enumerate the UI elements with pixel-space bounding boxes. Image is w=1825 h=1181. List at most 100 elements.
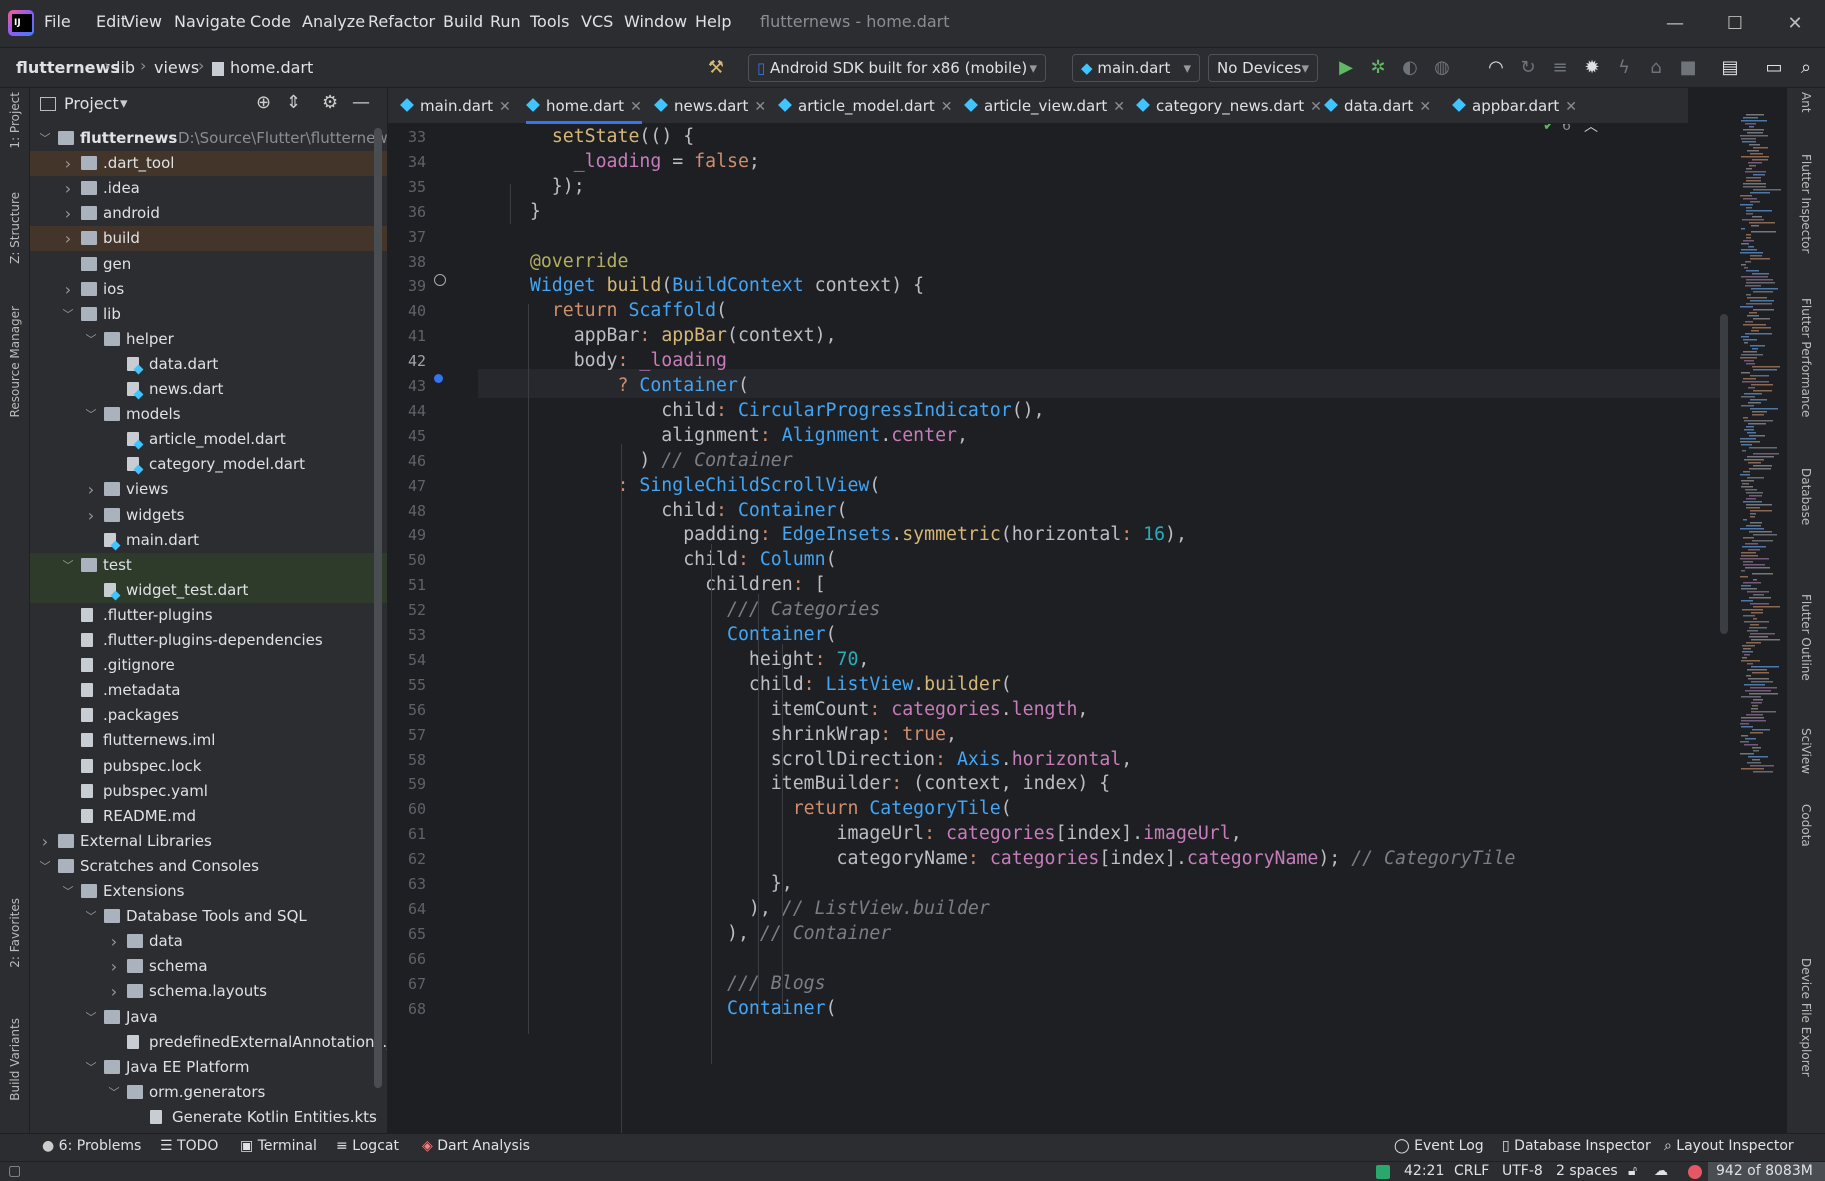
right-tool-button[interactable]: Codota — [1799, 804, 1813, 847]
tree-item[interactable]: ﹀ orm.generators — [30, 1080, 387, 1105]
chevron-down-icon[interactable]: ﹀ — [84, 1005, 98, 1030]
tree-item[interactable]: ﹀ Database Tools and SQL — [30, 904, 387, 929]
cloud-icon[interactable]: ☁︎ — [1654, 1163, 1668, 1179]
code-line[interactable]: child: CircularProgressIndicator(), — [508, 400, 1044, 421]
chevron-down-icon[interactable]: ﹀ — [61, 553, 75, 578]
chevron-right-icon[interactable]: › — [61, 226, 75, 251]
chevron-right-icon[interactable]: › — [84, 503, 98, 528]
close-tab-icon[interactable]: ✕ — [499, 99, 511, 115]
todo-tool-button[interactable]: ☰ TODO — [160, 1138, 218, 1154]
run-icon[interactable]: ▶ — [1334, 56, 1358, 80]
problems-tool-button[interactable]: ● 6: Problems — [42, 1138, 141, 1154]
code-line[interactable]: categoryName: categories[index].category… — [508, 848, 1515, 869]
tree-item[interactable]: ﹀ Java EE Platform — [30, 1055, 387, 1080]
code-line[interactable]: child: Column( — [508, 549, 836, 570]
project-tool-button[interactable]: 1: Project — [8, 92, 22, 149]
chevron-down-icon[interactable]: ﹀ — [61, 879, 75, 904]
tree-item[interactable]: .packages — [30, 703, 387, 728]
tree-item[interactable]: › build — [30, 226, 387, 252]
tree-item[interactable]: ﹀ models — [30, 402, 387, 427]
close-tab-icon[interactable]: ✕ — [941, 99, 953, 115]
build-hammer-icon[interactable]: ⚒ — [704, 56, 728, 80]
tree-item[interactable]: Generate Kotlin Entities.kts — [30, 1105, 387, 1130]
menu-navigate[interactable]: Navigate — [174, 12, 246, 31]
project-panel-title[interactable]: Project — [64, 94, 119, 113]
collapse-all-icon[interactable]: ⇕ — [286, 92, 301, 113]
apply-changes-icon[interactable]: ≡ — [1548, 56, 1572, 80]
chevron-down-icon[interactable]: ﹀ — [84, 402, 98, 427]
right-tool-button[interactable]: Ant — [1799, 92, 1813, 113]
tree-item[interactable]: predefinedExternalAnnotations.json — [30, 1030, 387, 1055]
menu-window[interactable]: Window — [624, 12, 687, 31]
caret-position[interactable]: 42:21 — [1404, 1163, 1444, 1179]
tree-item[interactable]: › ios — [30, 277, 387, 302]
tree-item[interactable]: › .idea — [30, 176, 387, 201]
code-line[interactable]: appBar: appBar(context), — [508, 325, 837, 346]
code-line[interactable]: shrinkWrap: true, — [508, 724, 957, 745]
tree-item[interactable]: ﹀ flutternews D:\Source\Flutter\flutternew… — [30, 126, 388, 151]
menu-tools[interactable]: Tools — [530, 12, 569, 31]
stop-icon[interactable]: ■ — [1676, 56, 1700, 80]
chevron-down-icon[interactable]: ﹀ — [61, 302, 75, 327]
tree-item[interactable]: pubspec.yaml — [30, 779, 387, 804]
tree-item[interactable]: .metadata — [30, 678, 387, 703]
bookmark-icon[interactable] — [434, 374, 443, 383]
chevron-down-icon[interactable]: ﹀ — [84, 904, 98, 929]
search-icon[interactable]: ⌕ — [1794, 56, 1818, 80]
tree-item[interactable]: › data — [30, 929, 387, 954]
code-line[interactable]: height: 70, — [508, 649, 869, 670]
menu-run[interactable]: Run — [490, 12, 521, 31]
editor-scrollbar[interactable] — [1720, 314, 1728, 634]
favorites-tool-button[interactable]: 2: Favorites — [8, 898, 22, 968]
attach-debugger-icon[interactable]: ◐ — [1398, 56, 1422, 80]
lock-icon[interactable]: 🔓︎ — [1628, 1163, 1637, 1179]
code-line[interactable]: @override — [508, 251, 629, 272]
chevron-right-icon[interactable]: › — [61, 277, 75, 302]
terminal-tool-button[interactable]: ▣ Terminal — [240, 1138, 317, 1154]
tree-item[interactable]: article_model.dart — [30, 427, 387, 452]
close-tab-icon[interactable]: ✕ — [1310, 99, 1322, 115]
indent-setting[interactable]: 2 spaces — [1556, 1163, 1618, 1179]
reload-icon[interactable]: ↻ — [1516, 56, 1540, 80]
close-tab-icon[interactable]: ✕ — [1419, 99, 1431, 115]
chevron-right-icon[interactable]: › — [107, 954, 121, 979]
gear-icon[interactable]: ⚙ — [322, 92, 338, 113]
code-line[interactable]: }, — [508, 873, 793, 894]
flash-icon[interactable]: ϟ — [1612, 56, 1636, 80]
tree-item[interactable]: › widgets — [30, 503, 387, 528]
tree-item[interactable]: ﹀ Scratches and Consoles — [30, 854, 387, 879]
right-tool-button[interactable]: Flutter Performance — [1799, 298, 1813, 417]
build-variants-tool-button[interactable]: Build Variants — [8, 1018, 22, 1101]
code-line[interactable]: body: _loading — [508, 350, 727, 371]
code-line[interactable]: return CategoryTile( — [508, 798, 1012, 819]
resource-manager-tool-button[interactable]: Resource Manager — [8, 306, 22, 417]
code-line[interactable]: ), // Container — [508, 923, 891, 944]
tree-item[interactable]: README.md — [30, 804, 387, 829]
coverage-icon[interactable]: ◍ — [1430, 56, 1454, 80]
code-line[interactable]: alignment: Alignment.center, — [508, 425, 968, 446]
editor-tab[interactable]: main.dart ✕ — [400, 88, 511, 124]
code-line[interactable]: child: Container( — [508, 500, 847, 521]
run-config-selector[interactable]: ◆ main.dart ▾ — [1072, 54, 1200, 82]
debug-icon[interactable]: ✲ — [1366, 56, 1390, 80]
tree-item[interactable]: .gitignore — [30, 653, 387, 678]
locate-file-icon[interactable]: ⊕ — [256, 92, 271, 113]
tree-scrollbar[interactable] — [374, 128, 382, 1088]
layout-inspector-tool-button[interactable]: ⌕ Layout Inspector — [1664, 1138, 1794, 1154]
code-line[interactable]: }); — [508, 176, 585, 197]
close-tab-icon[interactable]: ✕ — [1113, 99, 1125, 115]
chevron-down-icon[interactable]: ﹀ — [38, 854, 52, 879]
chevron-down-icon[interactable]: ﹀ — [84, 1055, 98, 1080]
devices-selector[interactable]: No Devices ▾ — [1208, 54, 1318, 82]
right-tool-button[interactable]: Flutter Outline — [1799, 594, 1813, 681]
chevron-right-icon[interactable]: › — [61, 176, 75, 201]
code-editor[interactable]: 33 34 35 36 37 38 39 40 41 42 43 44 45 46 47 48 49 50 51 52… — [388, 124, 1728, 1133]
event-log-tool-button[interactable]: ◯ Event Log — [1394, 1138, 1484, 1154]
code-line[interactable]: /// Categories — [508, 599, 880, 620]
close-tab-icon[interactable]: ✕ — [1565, 99, 1577, 115]
chevron-right-icon[interactable]: › — [61, 151, 75, 176]
breadcrumb-file[interactable]: home.dart — [230, 58, 313, 77]
tree-item[interactable]: news.dart — [30, 377, 387, 402]
code-minimap[interactable] — [1736, 114, 1786, 774]
code-line[interactable]: Widget build(BuildContext context) { — [508, 275, 924, 296]
